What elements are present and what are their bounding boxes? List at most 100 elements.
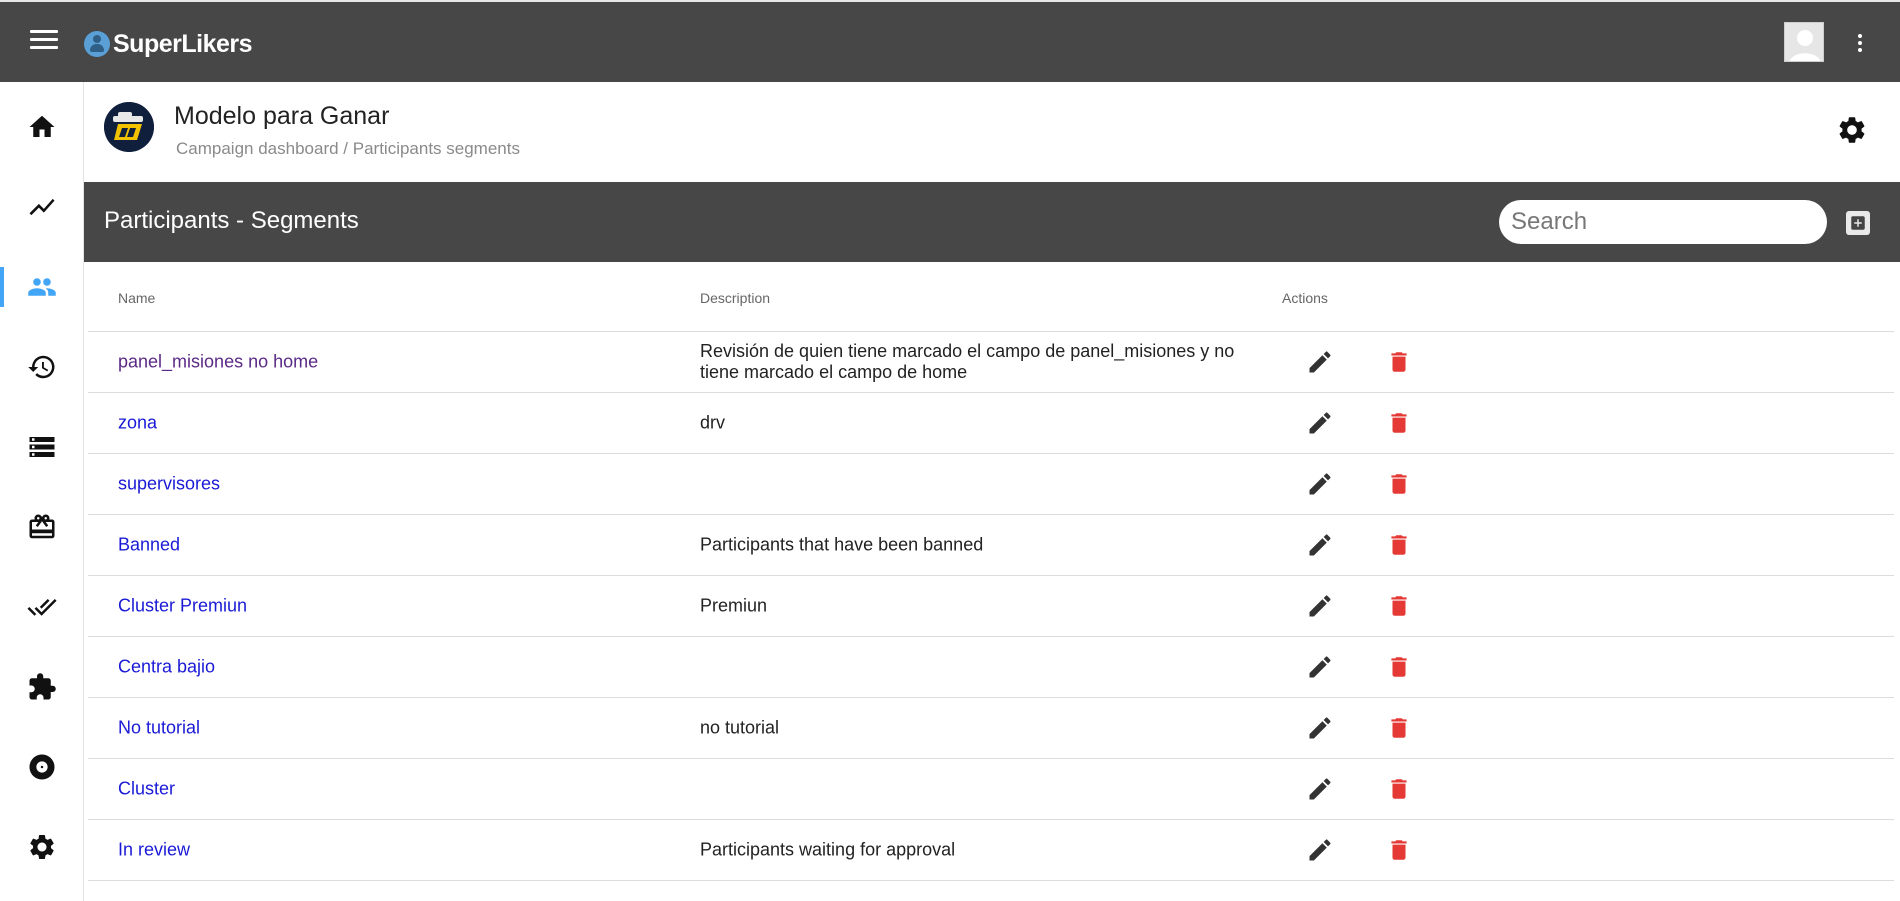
pencil-icon <box>1309 412 1331 434</box>
breadcrumb-current: Participants segments <box>352 139 520 158</box>
trash-icon <box>1391 840 1407 860</box>
segment-name-link[interactable]: Cluster Premiun <box>118 596 247 617</box>
sidebar-item-approvals[interactable] <box>0 579 84 635</box>
sidebar-item-extensions[interactable] <box>0 659 84 715</box>
segment-name-link[interactable]: In review <box>118 840 190 861</box>
segment-description: Participants waiting for approval <box>700 839 956 860</box>
segment-name-link[interactable]: panel_misiones no home <box>118 352 318 373</box>
user-avatar[interactable] <box>1784 22 1824 62</box>
edit-segment-button[interactable] <box>1306 348 1334 376</box>
edit-segment-button[interactable] <box>1306 592 1334 620</box>
menu-icon[interactable] <box>30 30 58 54</box>
search-input[interactable] <box>1499 200 1827 244</box>
segment-description: Participants that have been banned <box>700 534 984 555</box>
sidebar-item-settings[interactable] <box>0 819 84 875</box>
campaign-settings-button[interactable] <box>1836 114 1868 146</box>
add-segment-button[interactable] <box>1846 211 1870 235</box>
column-header-description: Description <box>700 290 771 306</box>
pencil-icon <box>1309 534 1331 556</box>
table-row: Centra bajio <box>88 637 1894 698</box>
table-row: No tutorial no tutorial <box>88 698 1894 759</box>
section-title: Participants - Segments <box>104 207 359 234</box>
pencil-icon <box>1309 778 1331 800</box>
edit-segment-button[interactable] <box>1306 470 1334 498</box>
trash-icon <box>1391 596 1407 616</box>
trash-icon <box>1391 718 1407 738</box>
segment-name-link[interactable]: Banned <box>118 535 180 556</box>
segment-name-link[interactable]: No tutorial <box>118 718 200 739</box>
pencil-icon <box>1309 839 1331 861</box>
edit-segment-button[interactable] <box>1306 531 1334 559</box>
segment-name-link[interactable]: Centra bajio <box>118 657 215 678</box>
segment-description: Premiun <box>700 595 768 616</box>
table-header: Name Description Actions <box>88 262 1894 332</box>
album-icon <box>29 754 55 780</box>
page-title: Modelo para Ganar <box>174 102 390 130</box>
trash-icon <box>1391 413 1407 433</box>
side-navigation <box>0 82 84 901</box>
breadcrumb-separator: / <box>338 139 353 158</box>
section-header: Participants - Segments <box>84 182 1900 262</box>
delete-segment-button[interactable] <box>1386 592 1412 620</box>
trash-icon <box>1391 779 1407 799</box>
sidebar-item-storage[interactable] <box>0 419 84 475</box>
home-icon <box>29 115 55 137</box>
brand-name: SuperLikers <box>113 29 253 58</box>
gift-card-icon <box>29 514 55 539</box>
breadcrumb-link-dashboard[interactable]: Campaign dashboard <box>176 139 339 158</box>
delete-segment-button[interactable] <box>1386 775 1412 803</box>
sidebar-item-statistics[interactable] <box>0 179 84 235</box>
brand-logo[interactable]: SuperLikers <box>84 28 253 60</box>
people-icon <box>28 278 56 296</box>
trash-icon <box>1391 657 1407 677</box>
trash-icon <box>1391 352 1407 372</box>
delete-segment-button[interactable] <box>1386 653 1412 681</box>
breadcrumb: Campaign dashboard / Participants segmen… <box>176 139 520 159</box>
table-row: supervisores <box>88 454 1894 515</box>
delete-segment-button[interactable] <box>1386 348 1412 376</box>
pencil-icon <box>1309 656 1331 678</box>
top-app-bar: SuperLikers <box>0 0 1900 82</box>
sidebar-item-media[interactable] <box>0 739 84 795</box>
campaign-logo <box>104 102 154 152</box>
segment-name-link[interactable]: supervisores <box>118 474 220 495</box>
history-icon <box>28 355 55 379</box>
edit-segment-button[interactable] <box>1306 653 1334 681</box>
segment-description: Revisión de quien tiene marcado el campo… <box>700 341 1235 382</box>
delete-segment-button[interactable] <box>1386 409 1412 437</box>
sidebar-item-home[interactable] <box>0 99 84 155</box>
edit-segment-button[interactable] <box>1306 714 1334 742</box>
trash-icon <box>1391 474 1407 494</box>
segments-table: Name Description Actions panel_misiones … <box>88 262 1894 881</box>
table-row: zona drv <box>88 393 1894 454</box>
delete-segment-button[interactable] <box>1386 714 1412 742</box>
table-row: Cluster <box>88 759 1894 820</box>
table-row: Cluster Premiun Premiun <box>88 576 1894 637</box>
segment-name-link[interactable]: Cluster <box>118 779 175 800</box>
pencil-icon <box>1309 473 1331 495</box>
segment-description: drv <box>700 412 726 433</box>
sidebar-item-participants[interactable] <box>0 259 84 315</box>
gear-icon <box>1839 117 1865 143</box>
segment-description: no tutorial <box>700 717 780 738</box>
pencil-icon <box>1309 717 1331 739</box>
column-header-actions: Actions <box>1282 290 1328 306</box>
extension-icon <box>29 673 56 700</box>
pencil-icon <box>1309 351 1331 373</box>
delete-segment-button[interactable] <box>1386 836 1412 864</box>
delete-segment-button[interactable] <box>1386 470 1412 498</box>
sidebar-item-history[interactable] <box>0 339 84 395</box>
edit-segment-button[interactable] <box>1306 836 1334 864</box>
table-row: panel_misiones no home Revisión de quien… <box>88 332 1894 393</box>
storage-icon <box>29 437 55 457</box>
more-vert-icon[interactable] <box>1852 34 1868 56</box>
campaign-header: Modelo para Ganar Campaign dashboard / P… <box>84 82 1900 182</box>
column-header-name: Name <box>118 290 156 306</box>
settings-icon <box>30 835 54 859</box>
segment-name-link[interactable]: zona <box>118 413 157 434</box>
delete-segment-button[interactable] <box>1386 531 1412 559</box>
edit-segment-button[interactable] <box>1306 775 1334 803</box>
trash-icon <box>1391 535 1407 555</box>
sidebar-item-rewards[interactable] <box>0 499 84 555</box>
edit-segment-button[interactable] <box>1306 409 1334 437</box>
